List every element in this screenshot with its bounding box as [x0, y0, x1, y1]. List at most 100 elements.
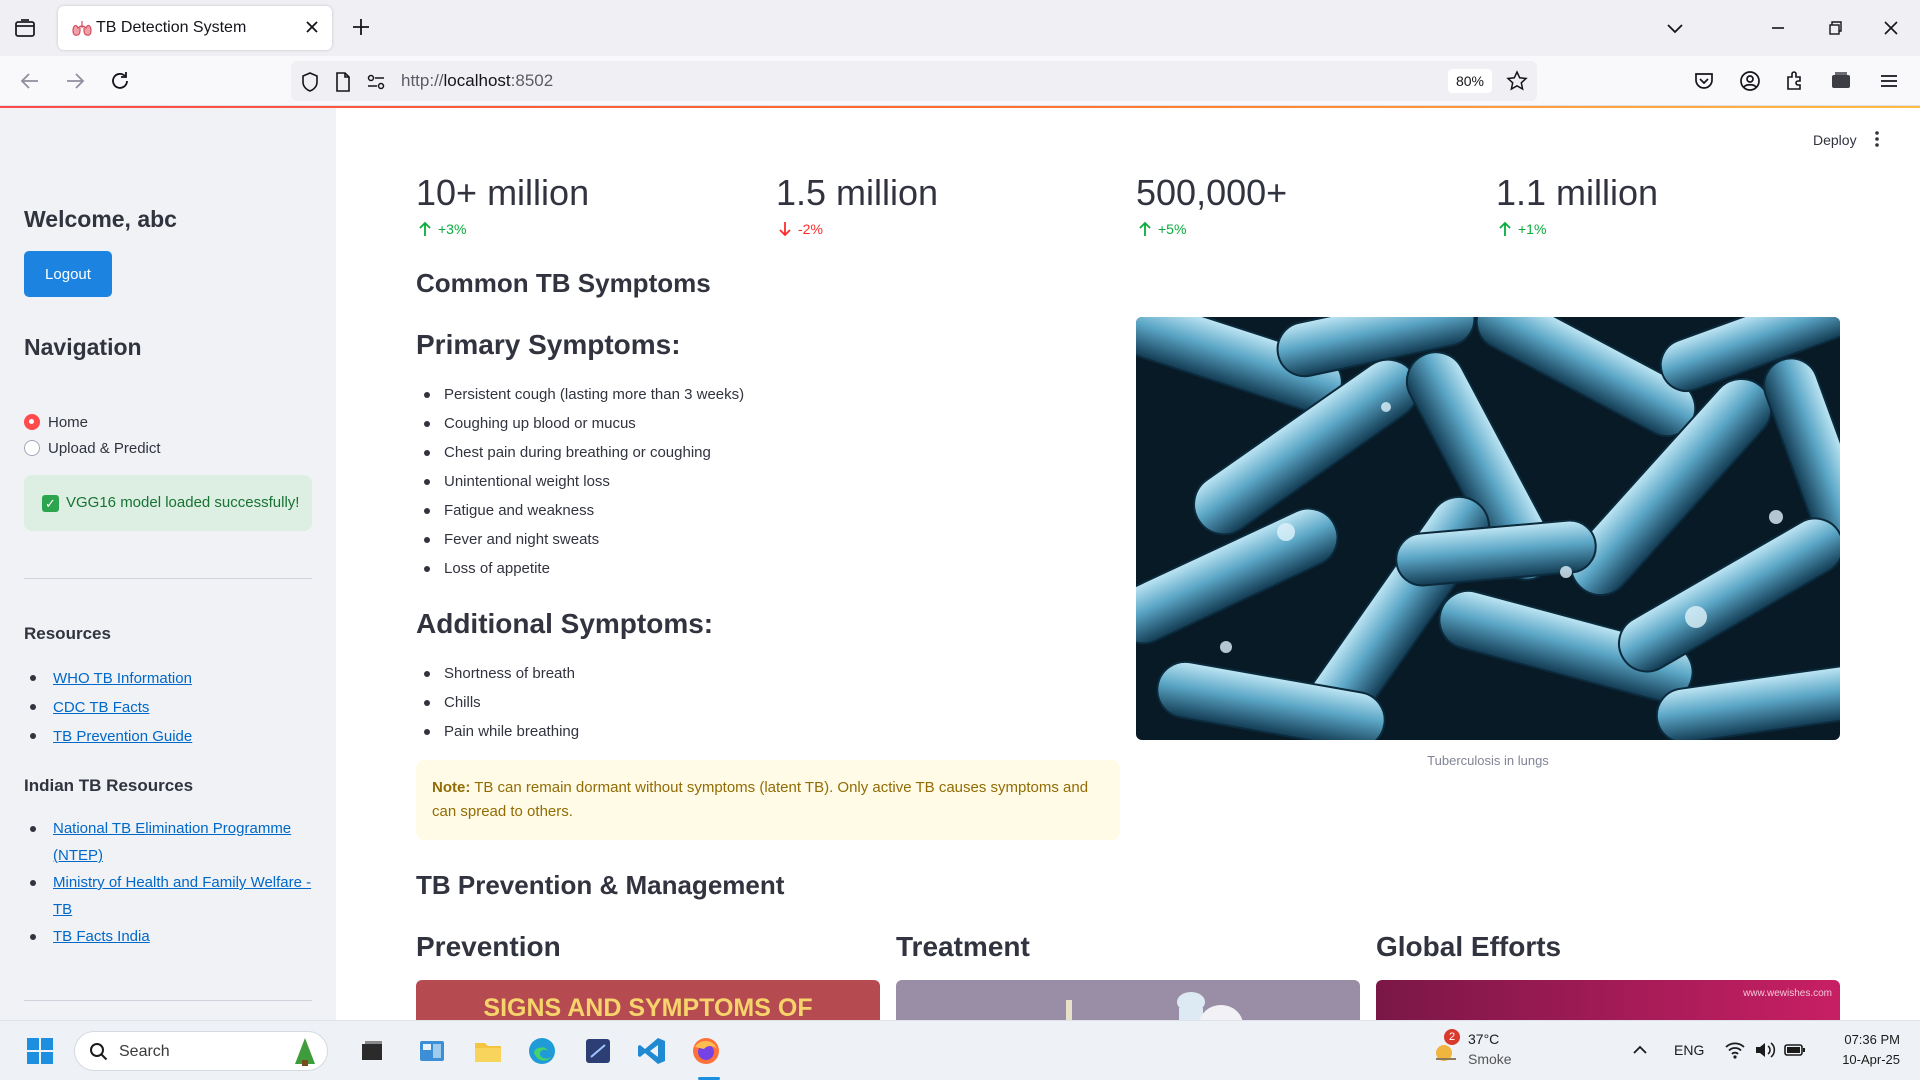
prevention-image-title: SIGNS AND SYMPTOMS OF [483, 994, 813, 1020]
global-efforts-image: www.wewishes.com [1376, 980, 1840, 1020]
list-item: CDC TB Facts [28, 693, 192, 722]
arrow-up-icon [1139, 221, 1151, 236]
clock-date: 10-Apr-25 [1842, 1052, 1900, 1067]
pycharm-icon[interactable] [582, 1035, 614, 1067]
deploy-button[interactable]: Deploy [1813, 132, 1857, 148]
nav-radio-label: Home [48, 413, 89, 431]
tab-title: TB Detection System [96, 19, 247, 36]
list-item: Fever and night sweats [416, 525, 744, 554]
ntep-link[interactable]: National TB Elimination Programme (NTEP) [53, 820, 291, 864]
url-text[interactable]: http://localhost:8502 [401, 71, 553, 91]
permissions-icon[interactable] [365, 71, 387, 93]
metric-value: 1.5 million [776, 172, 939, 213]
chevron-down-icon[interactable] [1661, 14, 1689, 42]
vscode-icon[interactable] [636, 1035, 668, 1067]
shield-icon[interactable] [299, 71, 321, 93]
chevron-up-icon[interactable] [1632, 1043, 1648, 1057]
list-item: Chest pain during breathing or coughing [416, 438, 744, 467]
more-options-icon[interactable] [1874, 130, 1880, 148]
list-item: Unintentional weight loss [416, 467, 744, 496]
browser-tab-bar: TB Detection System [0, 0, 1920, 56]
zoom-indicator[interactable]: 80% [1448, 69, 1492, 93]
model-status-text: VGG16 model loaded successfully! [66, 494, 300, 511]
global-efforts-watermark: www.wewishes.com [1743, 988, 1832, 999]
medicine-bottle-icon [1066, 992, 1243, 1020]
list-item: Loss of appetite [416, 554, 744, 583]
mohfw-link[interactable]: Ministry of Health and Family Welfare -T… [53, 874, 311, 918]
language-indicator[interactable]: ENG [1674, 1042, 1704, 1058]
list-item: National TB Elimination Programme (NTEP) [28, 815, 311, 869]
extensions-icon[interactable] [1782, 68, 1808, 94]
primary-symptoms-heading: Primary Symptoms: [416, 329, 681, 360]
bookmark-star-icon[interactable] [1506, 70, 1528, 92]
page-icon[interactable] [332, 71, 354, 93]
search-highlight-icon [295, 1038, 315, 1066]
back-icon[interactable] [17, 68, 43, 94]
edge-browser-icon[interactable] [526, 1035, 558, 1067]
account-icon[interactable] [1737, 68, 1763, 94]
windows-taskbar: Search 2 37°C Smoke ENG 07:36 PM 10-Apr-… [0, 1020, 1920, 1080]
reload-icon[interactable] [107, 68, 133, 94]
treatment-image [896, 980, 1360, 1020]
metric-delta: -2% [778, 221, 823, 237]
metric-value: 10+ million [416, 172, 590, 213]
metric-delta: +1% [1498, 221, 1546, 237]
battery-icon[interactable] [1784, 1041, 1806, 1059]
global-efforts-column-heading: Global Efforts [1376, 931, 1562, 962]
logout-button[interactable]: Logout [24, 251, 112, 297]
who-tb-link[interactable]: WHO TB Information [53, 670, 192, 687]
close-icon[interactable] [302, 17, 322, 37]
indian-resources-list: National TB Elimination Programme (NTEP) … [28, 815, 311, 950]
browser-tab-active[interactable]: TB Detection System [58, 6, 332, 50]
metric-delta: +5% [1138, 221, 1186, 237]
sidebar-divider [24, 1000, 312, 1001]
system-clock[interactable]: 07:36 PM 10-Apr-25 [1820, 1030, 1900, 1070]
plus-icon[interactable] [349, 15, 373, 39]
list-item: Ministry of Health and Family Welfare -T… [28, 869, 311, 923]
volume-icon[interactable] [1754, 1040, 1776, 1060]
sidebar: Welcome, abc Logout Navigation Home Uplo… [0, 108, 336, 1020]
tb-facts-india-link[interactable]: TB Facts India [53, 928, 150, 945]
resources-list: WHO TB Information CDC TB Facts TB Preve… [28, 664, 192, 751]
cdc-tb-link[interactable]: CDC TB Facts [53, 699, 149, 716]
file-explorer-icon[interactable] [472, 1035, 504, 1067]
restore-icon[interactable] [1821, 14, 1849, 42]
windows-start-icon[interactable] [24, 1035, 56, 1067]
tb-prevention-guide-link[interactable]: TB Prevention Guide [53, 728, 192, 745]
window-close-icon[interactable] [1877, 14, 1905, 42]
resources-heading: Resources [24, 624, 111, 643]
radio-unselected-icon[interactable] [24, 440, 40, 456]
latent-tb-note: Note: TB can remain dormant without symp… [416, 760, 1120, 840]
metric-value: 500,000+ [1136, 172, 1288, 213]
browser-nav-bar: http://localhost:8502 80% [0, 56, 1920, 106]
container-icon[interactable] [1828, 68, 1854, 94]
arrow-up-icon [1499, 221, 1511, 236]
forward-icon[interactable] [62, 68, 88, 94]
arrow-down-icon [779, 222, 791, 237]
wifi-icon[interactable] [1724, 1040, 1746, 1060]
search-icon [90, 1043, 108, 1061]
nav-radio-label: Upload & Predict [48, 439, 161, 457]
checkmark-icon: ✓ [42, 495, 59, 512]
minimize-icon[interactable] [1764, 14, 1792, 42]
taskbar-search[interactable]: Search [74, 1031, 328, 1071]
firefox-icon[interactable] [690, 1035, 722, 1067]
welcome-heading: Welcome, abc [24, 206, 177, 232]
menu-icon[interactable] [1876, 68, 1902, 94]
tab-list-icon[interactable] [12, 16, 38, 40]
list-item: Coughing up blood or mucus [416, 409, 744, 438]
radio-selected-icon[interactable] [24, 414, 40, 430]
url-bar[interactable]: http://localhost:8502 80% [291, 61, 1537, 101]
common-symptoms-heading: Common TB Symptoms [416, 268, 711, 298]
weather-description[interactable]: Smoke [1468, 1051, 1512, 1067]
weather-temperature[interactable]: 37°C [1468, 1031, 1499, 1047]
list-item: Shortness of breath [416, 659, 579, 688]
search-label: Search [119, 1043, 170, 1060]
task-view-icon[interactable] [356, 1035, 388, 1067]
nav-radio-upload-predict[interactable]: Upload & Predict [24, 437, 161, 459]
metric-value: 1.1 million [1496, 172, 1659, 213]
nav-radio-home[interactable]: Home [24, 411, 88, 433]
arrow-up-icon [419, 221, 431, 236]
pocket-icon[interactable] [1691, 68, 1717, 94]
widgets-icon[interactable] [416, 1035, 448, 1067]
